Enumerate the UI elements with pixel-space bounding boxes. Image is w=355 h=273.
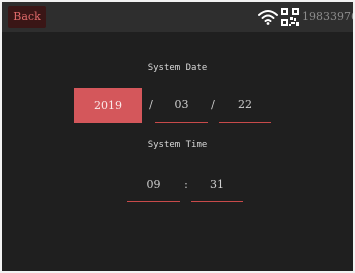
qr-code-icon: [281, 8, 299, 26]
month-field[interactable]: 03: [155, 88, 208, 123]
device-id-label: 19833976868: [302, 10, 353, 23]
day-field[interactable]: 22: [219, 88, 271, 123]
hour-field[interactable]: 09: [127, 168, 180, 202]
year-field[interactable]: 2019: [74, 88, 142, 123]
minute-field[interactable]: 31: [191, 168, 243, 202]
top-bar: Back 19833976868: [2, 2, 353, 32]
wifi-icon: [258, 10, 278, 25]
system-time-title: System Time: [147, 140, 208, 150]
back-button[interactable]: Back: [8, 6, 46, 28]
screen: Back 19833976868 System Date 2019 / 03 /…: [2, 2, 353, 271]
date-separator: /: [211, 98, 215, 111]
system-date-title: System Date: [147, 63, 208, 73]
